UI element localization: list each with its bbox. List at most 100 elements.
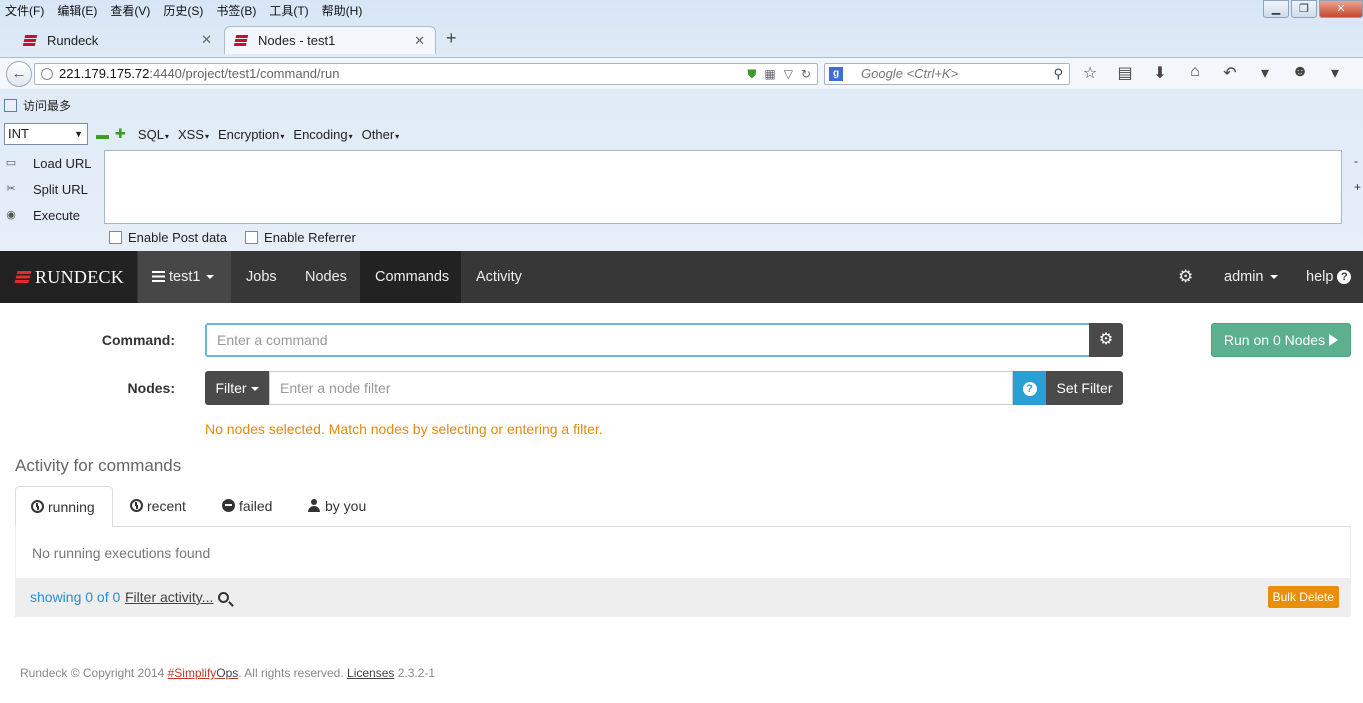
qr-code-icon[interactable]: ▦ xyxy=(764,64,775,84)
licenses-link[interactable]: Licenses xyxy=(347,666,394,680)
bookmark-most-visited[interactable]: 访问最多 xyxy=(4,97,71,114)
enable-referrer-label: Enable Referrer xyxy=(264,230,356,245)
browser-chrome: 文件(F) 编辑(E) 查看(V) 历史(S) 书签(B) 工具(T) 帮助(H… xyxy=(0,0,1363,251)
help-link[interactable]: help? xyxy=(1306,251,1352,303)
tab-nodes-test1[interactable]: Nodes - test1 ✕ xyxy=(224,26,436,54)
load-url-button[interactable]: ▭ Load URL xyxy=(4,150,94,176)
menu-edit[interactable]: 编辑(E) xyxy=(57,2,97,19)
project-name: test1 xyxy=(169,269,201,285)
command-options-gear-icon[interactable]: ⚙ xyxy=(1089,323,1123,357)
address-bar[interactable]: 221.179.175.72:4440/project/test1/comman… xyxy=(34,63,818,85)
rundeck-brand[interactable]: RUNDECK xyxy=(0,251,137,303)
tab-failed[interactable]: failed xyxy=(207,486,287,527)
tab-running-label: running xyxy=(48,499,95,515)
ops-text: Ops xyxy=(216,666,239,680)
dropdown-arrow-icon[interactable]: ▾ xyxy=(1255,63,1275,83)
clock-icon xyxy=(130,499,143,512)
hackbar-menu-encryption[interactable]: Encryption xyxy=(218,127,284,142)
shrink-textarea-icon[interactable]: - xyxy=(1354,154,1358,168)
play-icon xyxy=(1329,334,1339,346)
undo-icon[interactable]: ↶ xyxy=(1220,63,1240,83)
rights-text: . All rights reserved. xyxy=(238,666,348,680)
bulk-delete-button[interactable]: Bulk Delete xyxy=(1267,586,1339,608)
node-filter-input[interactable]: Enter a node filter xyxy=(269,371,1013,405)
new-tab-icon[interactable]: + xyxy=(446,28,457,49)
tab-by-you-label: by you xyxy=(325,498,367,514)
download-icon[interactable]: ⬇ xyxy=(1150,63,1170,83)
tab-recent-label: recent xyxy=(147,498,186,514)
filter-activity-link[interactable]: Filter activity... xyxy=(125,589,230,605)
nav-jobs[interactable]: Jobs xyxy=(231,251,292,303)
menu-bookmarks[interactable]: 书签(B) xyxy=(216,2,256,19)
menu-file[interactable]: 文件(F) xyxy=(5,2,44,19)
home-icon[interactable]: ⌂ xyxy=(1185,63,1205,83)
menu-view[interactable]: 查看(V) xyxy=(110,2,150,19)
scissors-icon: ✂ xyxy=(6,183,16,195)
globe-icon xyxy=(41,68,53,80)
load-url-label: Load URL xyxy=(33,155,92,171)
menu-help[interactable]: 帮助(H) xyxy=(322,2,363,19)
close-window-icon[interactable]: ✕ xyxy=(1319,0,1363,18)
hackbar-menu-other[interactable]: Other xyxy=(362,127,400,142)
minus-circle-icon xyxy=(222,499,235,512)
set-filter-button[interactable]: Set Filter xyxy=(1046,371,1123,405)
close-tab-icon[interactable]: ✕ xyxy=(201,32,212,48)
hackbar-menu-sql[interactable]: SQL xyxy=(138,127,169,142)
execute-label: Execute xyxy=(33,207,80,223)
tab-running[interactable]: running xyxy=(15,486,113,527)
hackbar-menu-encoding[interactable]: Encoding xyxy=(293,127,352,142)
version-text: 2.3.2-1 xyxy=(394,666,436,680)
project-dropdown[interactable]: test1 xyxy=(138,251,231,303)
tab-by-you[interactable]: by you xyxy=(293,486,381,527)
bookmark-star-icon[interactable]: ☆ xyxy=(1080,63,1100,83)
play-circle-icon xyxy=(31,500,44,513)
hackbar-options: Enable Post data Enable Referrer xyxy=(109,230,356,245)
minimize-icon[interactable]: ▁ xyxy=(1263,0,1289,18)
simplify-text: #Simplify xyxy=(167,666,217,680)
nav-activity[interactable]: Activity xyxy=(461,251,537,303)
hackbar-url-textarea[interactable] xyxy=(104,150,1342,224)
command-input[interactable]: Enter a command xyxy=(205,323,1090,357)
dropdown-arrow-icon[interactable]: ▾ xyxy=(1325,63,1345,83)
settings-gear-icon[interactable]: ⚙ xyxy=(1178,251,1193,303)
rundeck-navbar: RUNDECK test1 Jobs Nodes Commands Activi… xyxy=(0,251,1363,303)
decrease-icon[interactable]: ▬ xyxy=(96,127,109,142)
hackbar-actions: ▭ Load URL ✂ Split URL ◉ Execute xyxy=(4,150,94,228)
split-url-button[interactable]: ✂ Split URL xyxy=(4,176,94,202)
shield-icon[interactable]: ⛊ xyxy=(747,64,756,84)
filter-dropdown-button[interactable]: Filter xyxy=(205,371,269,405)
execute-button[interactable]: ◉ Execute xyxy=(4,202,94,228)
search-icon[interactable]: ⚲ xyxy=(1053,64,1063,84)
run-button-label: Run on 0 Nodes xyxy=(1223,332,1326,348)
maximize-icon[interactable]: ❐ xyxy=(1291,0,1317,18)
google-icon[interactable]: g xyxy=(829,67,843,81)
tab-rundeck[interactable]: Rundeck ✕ xyxy=(14,26,222,54)
hackbar-type-select[interactable]: INT xyxy=(4,123,88,145)
load-url-icon: ▭ xyxy=(5,157,17,169)
menu-tools[interactable]: 工具(T) xyxy=(269,2,308,19)
nav-nodes[interactable]: Nodes xyxy=(290,251,362,303)
run-on-nodes-button[interactable]: Run on 0 Nodes xyxy=(1211,323,1351,357)
browser-toolbar-icons: ☆ ▤ ⬇ ⌂ ↶ ▾ ☻ ▾ ≡ xyxy=(1080,63,1363,83)
back-arrow-icon[interactable]: ← xyxy=(6,61,32,87)
addon-monkey-icon[interactable]: ☻ xyxy=(1290,63,1310,83)
nav-commands[interactable]: Commands xyxy=(360,251,461,303)
hackbar-menu-xss[interactable]: XSS xyxy=(178,127,209,142)
menu-history[interactable]: 历史(S) xyxy=(163,2,203,19)
user-menu[interactable]: admin xyxy=(1224,251,1278,303)
enable-referrer-checkbox[interactable] xyxy=(245,231,259,244)
play-circle-icon: ◉ xyxy=(6,209,16,221)
simplifyops-link[interactable]: #SimplifyOps xyxy=(168,666,239,680)
user-icon xyxy=(308,499,320,512)
close-tab-icon[interactable]: ✕ xyxy=(414,33,425,49)
reading-list-icon[interactable]: ▤ xyxy=(1115,63,1135,83)
filter-help-button[interactable]: ? xyxy=(1013,371,1046,405)
increase-icon[interactable]: ✚ xyxy=(115,126,126,142)
search-bar[interactable]: g Google <Ctrl+K> ⚲ xyxy=(824,63,1070,85)
dropdown-arrow-icon[interactable]: ▽ xyxy=(784,64,793,84)
url-path: :4440/project/test1/command/run xyxy=(149,66,340,81)
enable-post-data-checkbox[interactable] xyxy=(109,231,122,244)
expand-textarea-icon[interactable]: + xyxy=(1354,180,1361,194)
reload-icon[interactable]: ↻ xyxy=(801,64,811,84)
tab-recent[interactable]: recent xyxy=(115,486,201,527)
